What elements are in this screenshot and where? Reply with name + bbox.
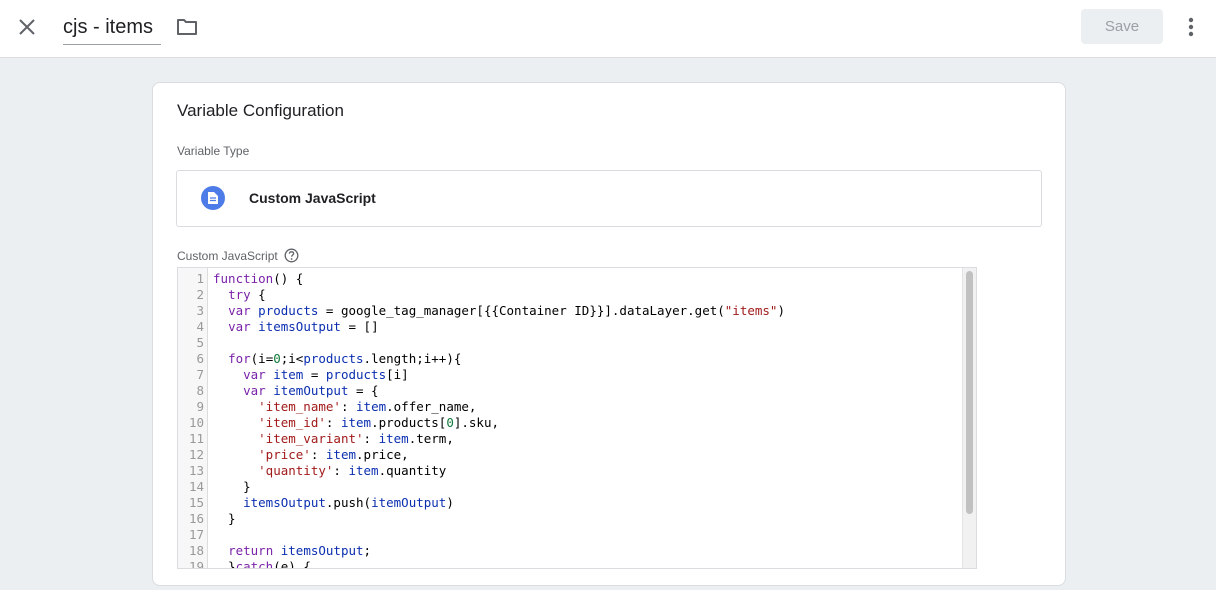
code-line: return itemsOutput; — [228, 543, 372, 558]
variable-configuration-card: Variable Configuration Variable Type Cus… — [152, 82, 1066, 586]
code-line: var item = products[i] — [243, 367, 409, 382]
code-line: 'price': item.price, — [258, 447, 409, 462]
line-number: 12 — [188, 447, 204, 462]
editor-scrollbar-thumb[interactable] — [966, 271, 973, 514]
line-number: 4 — [196, 319, 204, 334]
code-line: }catch(e) { — [213, 559, 311, 569]
line-number: 9 — [196, 399, 204, 414]
code-editor[interactable]: 1 2 3 4 5 6 7 8 9 10 11 12 13 14 15 16 17 18 19 function()… — [177, 267, 977, 569]
document-icon — [201, 186, 225, 210]
custom-javascript-label: Custom JavaScript — [177, 248, 278, 263]
close-icon — [19, 19, 35, 35]
variable-type-label: Variable Type — [177, 144, 250, 158]
code-area[interactable]: function() { try { var products = google… — [213, 271, 958, 569]
line-number: 10 — [188, 415, 204, 430]
line-number: 16 — [188, 511, 204, 526]
line-number: 14 — [188, 479, 204, 494]
more-vert-icon — [1188, 17, 1194, 37]
top-bar: cjs - items Save — [0, 0, 1216, 58]
line-number: 13 — [188, 463, 204, 478]
code-line: } — [213, 479, 251, 494]
code-line: function() { — [213, 271, 304, 286]
code-line: 'item_name': item.offer_name, — [258, 399, 477, 414]
line-number: 17 — [188, 527, 204, 542]
line-number: 15 — [188, 495, 204, 510]
variable-type-selector[interactable]: Custom JavaScript — [176, 170, 1042, 227]
line-number: 2 — [196, 287, 204, 302]
line-number: 7 — [196, 367, 204, 382]
folder-button[interactable] — [174, 14, 200, 40]
line-number: 11 — [188, 431, 204, 446]
more-options-button[interactable] — [1178, 12, 1204, 42]
variable-name-field[interactable]: cjs - items — [63, 12, 161, 45]
close-button[interactable] — [13, 13, 41, 41]
line-number: 3 — [196, 303, 204, 318]
line-number: 1 — [196, 271, 204, 286]
code-line: var itemOutput = { — [243, 383, 379, 398]
line-number: 6 — [196, 351, 204, 366]
code-line: 'quantity': item.quantity — [258, 463, 447, 478]
help-icon[interactable] — [284, 248, 299, 263]
line-number: 18 — [188, 543, 204, 558]
code-line: itemsOutput.push(itemOutput) — [243, 495, 454, 510]
folder-icon — [177, 19, 197, 35]
code-line: var products = google_tag_manager[{{Cont… — [228, 303, 785, 318]
line-number: 8 — [196, 383, 204, 398]
line-number-gutter: 1 2 3 4 5 6 7 8 9 10 11 12 13 14 15 16 17 18 19 — [178, 268, 208, 568]
editor-scrollbar[interactable] — [962, 268, 976, 568]
card-title: Variable Configuration — [177, 101, 344, 120]
code-line: } — [213, 511, 236, 526]
code-line: 'item_id': item.products[0].sku, — [258, 415, 500, 430]
line-number: 19 — [188, 559, 204, 569]
custom-javascript-label-row: Custom JavaScript — [177, 248, 299, 263]
line-number: 5 — [196, 335, 204, 350]
code-line: 'item_variant': item.term, — [258, 431, 454, 446]
code-line: var itemsOutput = [] — [228, 319, 379, 334]
variable-name: cjs - items — [63, 16, 153, 38]
variable-type-name: Custom JavaScript — [249, 190, 376, 206]
code-line: try { — [228, 287, 266, 302]
save-button[interactable]: Save — [1081, 9, 1163, 44]
code-line: for(i=0;i<products.length;i++){ — [228, 351, 462, 366]
